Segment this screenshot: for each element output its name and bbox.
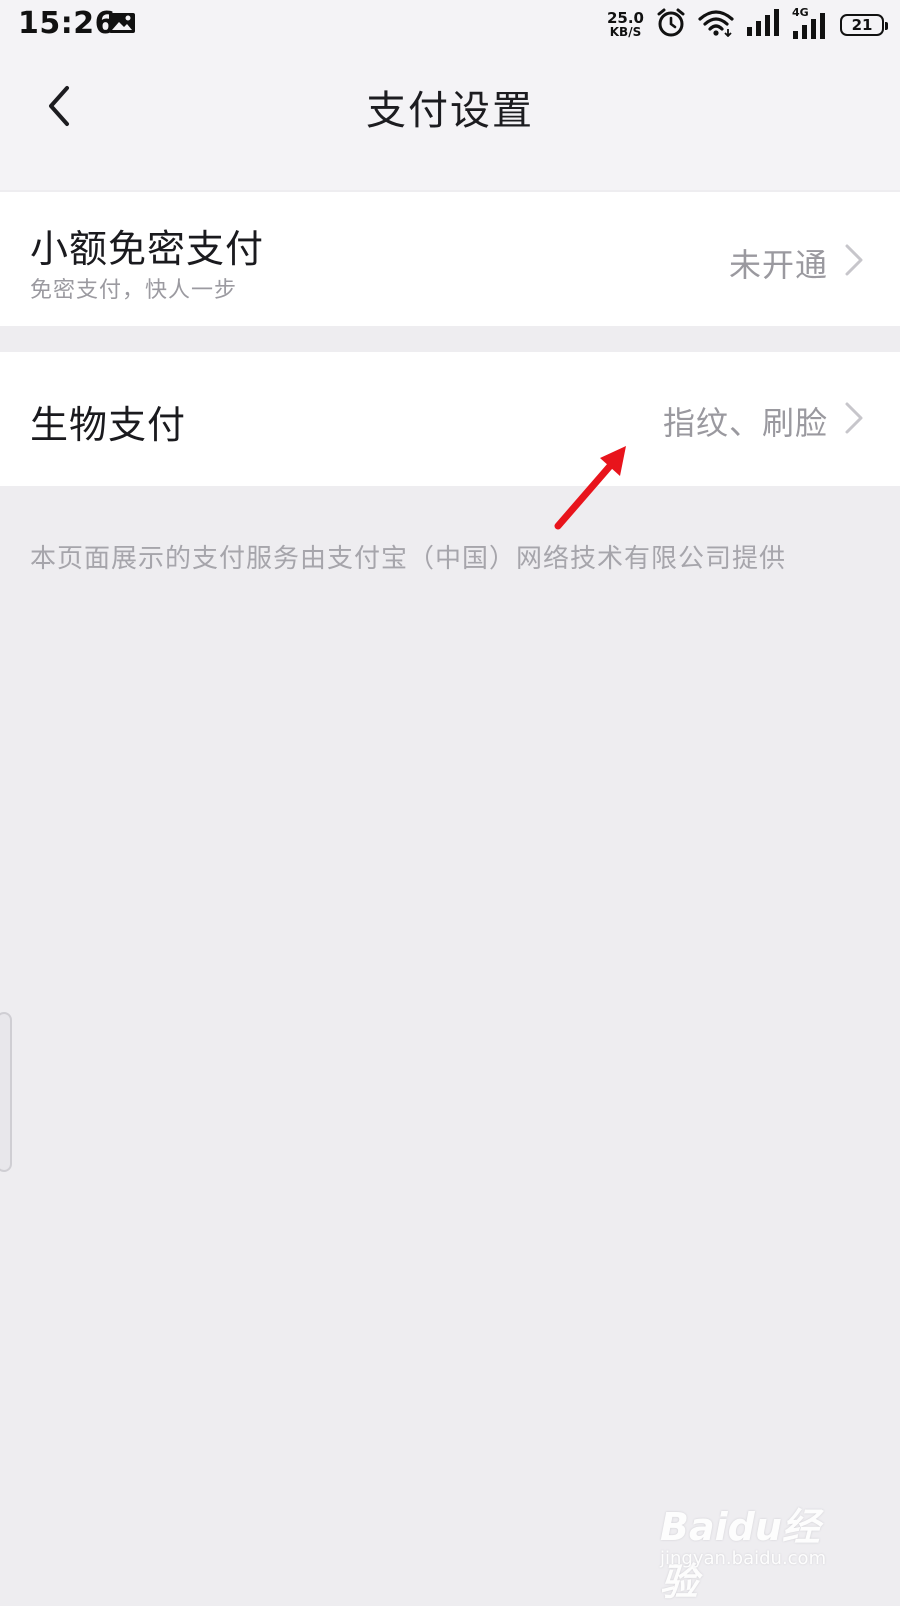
image-notification-icon [108, 12, 136, 34]
page-title: 支付设置 [366, 88, 534, 134]
chevron-right-icon [845, 402, 863, 434]
signal-icon [746, 9, 780, 41]
settings-row-biometric-pay[interactable]: 生物支付 指纹、刷脸 [0, 352, 900, 486]
status-bar: 15:26 25.0 KB/S 4G 21 [0, 0, 900, 50]
chevron-right-icon [845, 244, 863, 276]
battery-level: 21 [851, 16, 873, 34]
network-speed: 25.0 KB/S [606, 9, 644, 40]
wifi-icon [698, 9, 734, 41]
settings-row-small-password-free[interactable]: 小额免密支付 免密支付，快人一步 未开通 [0, 192, 900, 326]
status-time: 15:26 [18, 6, 116, 41]
side-floating-handle[interactable] [0, 1012, 12, 1172]
row-status-value: 指纹、刷脸 [662, 404, 828, 442]
status-icons: 25.0 KB/S 4G 21 [606, 6, 888, 42]
watermark: Baidu经验 jingyan.baidu.com [660, 1490, 840, 1604]
network-speed-unit: KB/S [609, 25, 642, 39]
provider-note: 本页面展示的支付服务由支付宝（中国）网络技术有限公司提供 [30, 544, 787, 574]
row-title: 生物支付 [30, 403, 187, 447]
row-subtitle: 免密支付，快人一步 [30, 278, 238, 303]
watermark-url: jingyan.baidu.com [660, 1548, 827, 1569]
network-speed-value: 25.0 [606, 9, 644, 27]
alarm-icon [656, 8, 686, 42]
signal-4g-icon: 4G [792, 6, 828, 40]
row-status-value: 未开通 [728, 246, 828, 284]
row-title: 小额免密支付 [30, 227, 265, 271]
annotation-arrow-icon [554, 446, 626, 530]
battery-indicator: 21 [840, 14, 888, 36]
nav-header: 支付设置 [0, 50, 900, 190]
